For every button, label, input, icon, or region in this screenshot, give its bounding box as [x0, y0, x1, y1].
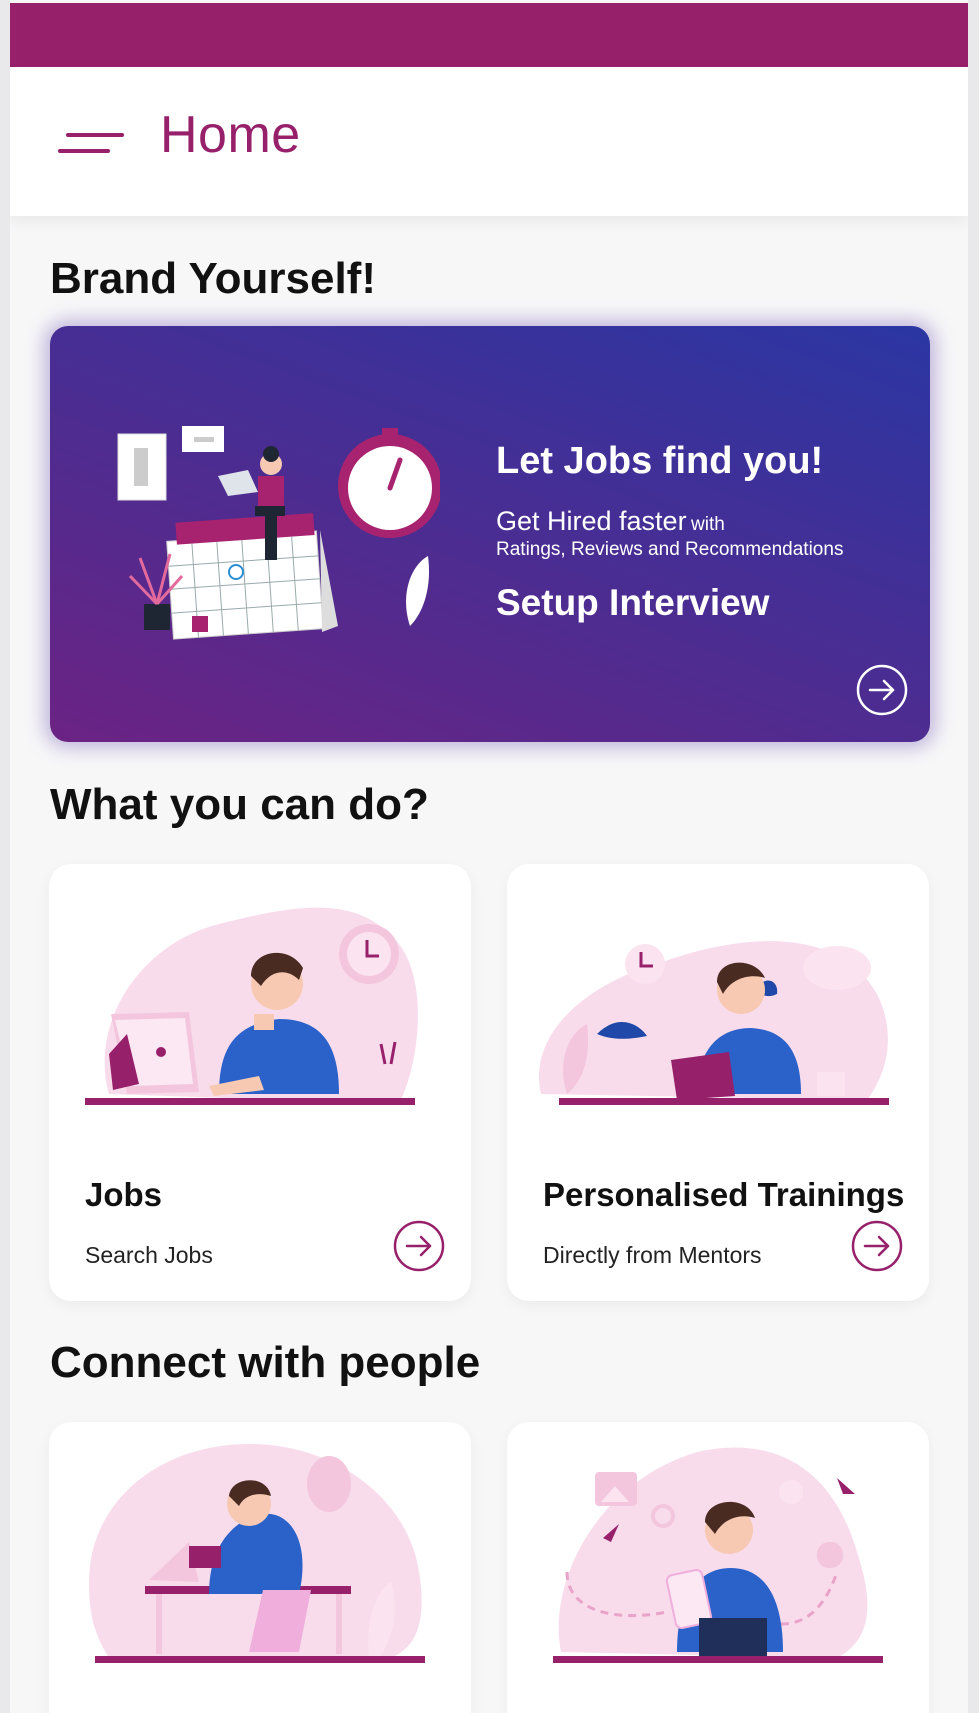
section-title-actions: What you can do?: [50, 780, 429, 829]
trainings-card[interactable]: Personalised Trainings Directly from Men…: [507, 864, 929, 1301]
setup-interview-link[interactable]: Setup Interview: [496, 582, 769, 624]
card-title-jobs: Jobs: [85, 1176, 163, 1213]
promo-subtitle-with: with: [691, 514, 725, 535]
promo-headline: Let Jobs find you!: [496, 440, 824, 482]
connect-card-1[interactable]: [49, 1422, 471, 1713]
promo-subtitle: Get Hired faster with Ratings, Reviews a…: [496, 506, 843, 561]
section-title-brand: Brand Yourself!: [50, 254, 376, 303]
person-writing-illustration-icon: [538, 941, 889, 1105]
status-bar: [10, 3, 968, 67]
app-header: Home: [10, 67, 968, 216]
person-at-computer-illustration-icon: [85, 907, 418, 1105]
promo-subtitle-main: Get Hired faster: [496, 506, 687, 536]
app-screen: Home Brand Yourself! Let Jobs find you! …: [10, 0, 968, 1713]
calendar-illustration-icon: [117, 426, 440, 640]
section-title-connect: Connect with people: [50, 1338, 481, 1387]
hamburger-menu-icon[interactable]: [58, 127, 124, 159]
person-with-tablet-illustration-icon: [553, 1447, 883, 1663]
arrow-right-circle-icon[interactable]: [856, 664, 908, 716]
page-title: Home: [160, 106, 301, 164]
promo-card[interactable]: Let Jobs find you! Get Hired faster with…: [50, 326, 930, 742]
card-subtitle-trainings: Directly from Mentors: [543, 1242, 762, 1268]
promo-subtitle-detail: Ratings, Reviews and Recommendations: [496, 539, 844, 560]
person-at-desk-illustration-icon: [89, 1444, 425, 1663]
arrow-right-circle-icon[interactable]: [393, 1220, 445, 1272]
arrow-right-circle-icon[interactable]: [851, 1220, 903, 1272]
connect-card-2[interactable]: [507, 1422, 929, 1713]
card-title-trainings: Personalised Trainings: [543, 1176, 905, 1213]
card-subtitle-jobs: Search Jobs: [85, 1242, 213, 1268]
jobs-card[interactable]: Jobs Search Jobs: [49, 864, 471, 1301]
